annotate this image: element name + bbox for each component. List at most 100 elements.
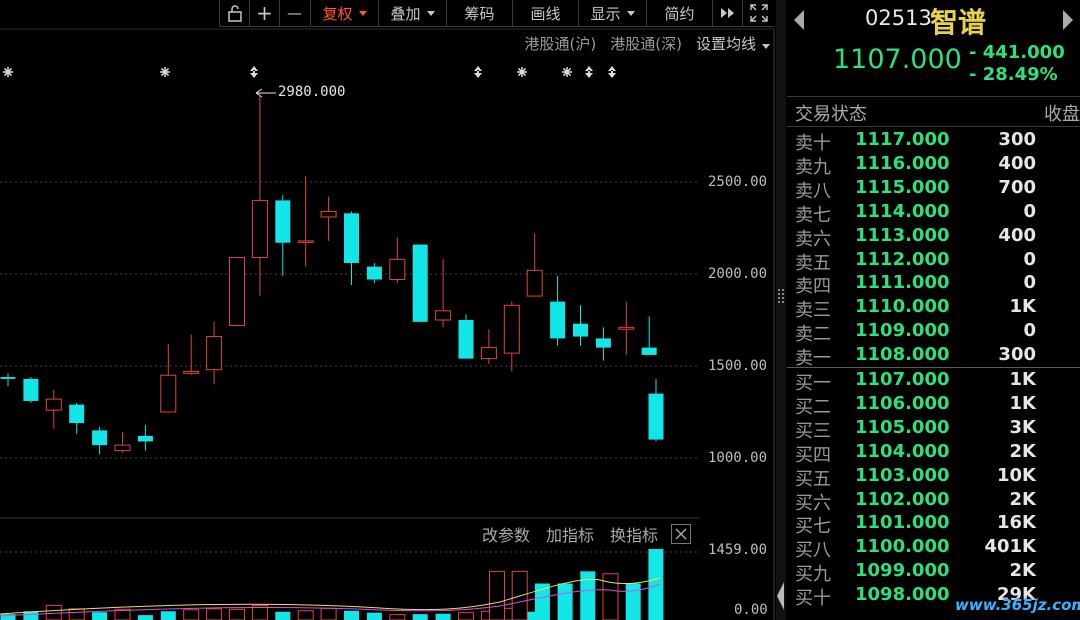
trade-status-value: 收盘: [1044, 104, 1080, 125]
bid-level-label: 买三: [795, 420, 831, 442]
ask-level-label: 卖九: [795, 156, 831, 178]
ask-price: 1111.000: [855, 272, 950, 294]
ask-price: 1114.000: [855, 200, 950, 222]
y-tick-2000: 2000.00: [708, 266, 768, 282]
volume-bar: [412, 614, 428, 620]
ask-row[interactable]: 卖八 1115.000 700: [795, 177, 1080, 202]
bid-row[interactable]: 买四 1104.000 2K: [795, 441, 1080, 466]
bid-volume: 16K: [997, 512, 1036, 534]
candle-body: [618, 326, 635, 330]
ask-row[interactable]: 卖四 1111.000 0: [795, 272, 1080, 297]
prev-stock-button[interactable]: [793, 9, 805, 35]
volume-bar: [625, 583, 641, 620]
ask-row[interactable]: 卖十 1117.000 300: [795, 129, 1080, 154]
ask-level-label: 卖五: [795, 252, 831, 274]
candle: [641, 316, 657, 355]
volume-bar: [435, 613, 451, 620]
bid-volume: 3K: [1009, 416, 1036, 438]
next-stock-button[interactable]: [1062, 9, 1074, 35]
candle-body: [550, 301, 566, 339]
chevron-left-icon: [794, 10, 804, 30]
candle-body: [412, 244, 428, 322]
candle: [366, 262, 382, 284]
ask-row[interactable]: 卖五 1112.000 0: [795, 248, 1080, 274]
candle: [435, 259, 452, 328]
ask-price: 1108.000: [855, 344, 950, 366]
bid-price: 1102.000: [855, 488, 950, 510]
ask-price: 1112.000: [855, 248, 950, 270]
panel-splitter[interactable]: [776, 0, 786, 620]
candle: [206, 321, 223, 385]
bid-level-label: 买七: [795, 516, 831, 538]
updown-arrow-icon: [474, 66, 482, 78]
close-indicator-button[interactable]: [671, 524, 691, 544]
bid-level-label: 买二: [795, 396, 831, 418]
vol-tick-max: 1459.00: [708, 542, 768, 558]
ask-price: 1113.000: [855, 224, 950, 246]
candle: [229, 256, 245, 327]
volume-bar: [489, 570, 505, 620]
bid-price: 1099.000: [855, 560, 950, 582]
ask-row[interactable]: 卖七 1114.000 0: [795, 200, 1080, 226]
candle: [618, 301, 635, 355]
bid-row[interactable]: 买七 1101.000 16K: [795, 512, 1080, 538]
candle-body: [275, 200, 291, 243]
stock-code: 02513: [865, 6, 932, 30]
bid-row[interactable]: 买八 1100.000 401K: [795, 536, 1080, 561]
bid-row[interactable]: 买一 1107.000 1K: [795, 369, 1080, 394]
volume-bar: [580, 571, 596, 620]
candle: [389, 237, 406, 284]
max-pointer-icon: [255, 88, 276, 98]
volume-bar: [602, 573, 619, 620]
y-tick-1500: 1500.00: [708, 358, 768, 374]
volume-bar: [389, 614, 406, 620]
bid-row[interactable]: 买三 1105.000 3K: [795, 416, 1080, 442]
candle: [137, 424, 153, 451]
candle-body: [648, 393, 664, 440]
bid-price: 1103.000: [855, 464, 950, 486]
bid-row[interactable]: 买二 1106.000 1K: [795, 393, 1080, 418]
candle: [69, 402, 85, 435]
switch-indicator-button[interactable]: 换指标: [610, 522, 658, 546]
candle: [503, 301, 520, 372]
ask-volume: 1K: [1009, 296, 1036, 318]
candle: [458, 314, 474, 359]
bid-row[interactable]: 买五 1103.000 10K: [795, 464, 1080, 490]
ask-row[interactable]: 卖六 1113.000 400: [795, 224, 1080, 250]
collapse-left-icon[interactable]: [777, 582, 785, 614]
candle: [412, 244, 428, 322]
candle: [320, 196, 337, 241]
ask-row[interactable]: 卖三 1110.000 1K: [795, 296, 1080, 321]
candle: [480, 329, 497, 365]
candle-body: [206, 336, 223, 371]
ask-row[interactable]: 卖九 1116.000 400: [795, 153, 1080, 178]
ask-volume: 400: [998, 224, 1036, 246]
ask-row[interactable]: 卖一 1108.000 300: [795, 344, 1080, 369]
bid-row[interactable]: 买九 1099.000 2K: [795, 560, 1080, 585]
candle-body: [69, 404, 85, 424]
bid-row[interactable]: 买六 1102.000 2K: [795, 488, 1080, 514]
volume-bar: [206, 608, 223, 620]
ask-level-label: 卖八: [795, 180, 831, 202]
sun-icon: [3, 67, 13, 77]
bid-price: 1105.000: [855, 416, 950, 438]
add-indicator-button[interactable]: 加指标: [546, 522, 594, 546]
updown-arrow-icon: [250, 66, 258, 78]
ask-volume: 300: [998, 129, 1036, 150]
volume-bar: [366, 612, 382, 620]
bid-volume: 2K: [1009, 560, 1036, 582]
ask-volume: 0: [1023, 200, 1036, 222]
ask-price: 1110.000: [855, 296, 950, 318]
bid-level-label: 买一: [795, 373, 831, 394]
ask-row[interactable]: 卖二 1109.000 0: [795, 320, 1080, 345]
candle-body: [137, 435, 153, 442]
candle: [526, 233, 543, 297]
change-params-button[interactable]: 改参数: [482, 522, 530, 546]
ask-level-label: 卖七: [795, 204, 831, 226]
sun-icon: [160, 67, 170, 77]
candle: [573, 305, 588, 346]
candle-body: [573, 323, 588, 337]
candle: [23, 377, 39, 403]
kline-chart[interactable]: [0, 0, 775, 620]
bid-volume: 401K: [984, 536, 1036, 558]
